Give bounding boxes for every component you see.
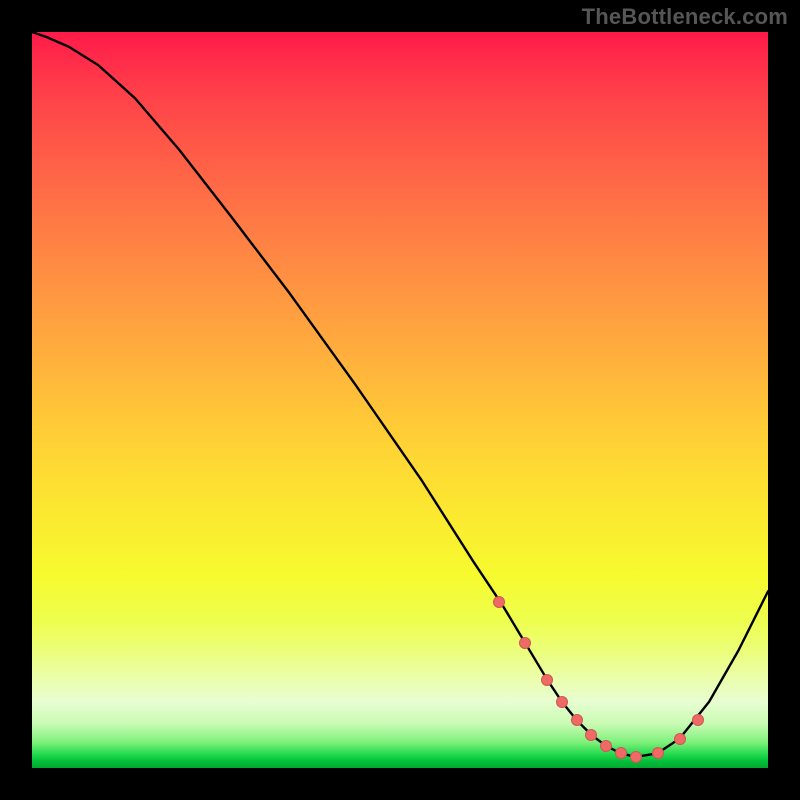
plot-area — [32, 32, 768, 768]
data-marker — [692, 714, 704, 726]
data-marker — [674, 733, 686, 745]
data-marker — [556, 696, 568, 708]
data-marker — [571, 714, 583, 726]
chart-frame: TheBottleneck.com — [0, 0, 800, 800]
data-marker — [600, 740, 612, 752]
data-marker — [652, 747, 664, 759]
data-marker — [541, 674, 553, 686]
data-marker — [493, 596, 505, 608]
data-marker — [585, 729, 597, 741]
watermark-text: TheBottleneck.com — [582, 4, 788, 30]
data-marker — [519, 637, 531, 649]
marker-layer — [32, 32, 768, 768]
data-marker — [615, 747, 627, 759]
data-marker — [630, 751, 642, 763]
